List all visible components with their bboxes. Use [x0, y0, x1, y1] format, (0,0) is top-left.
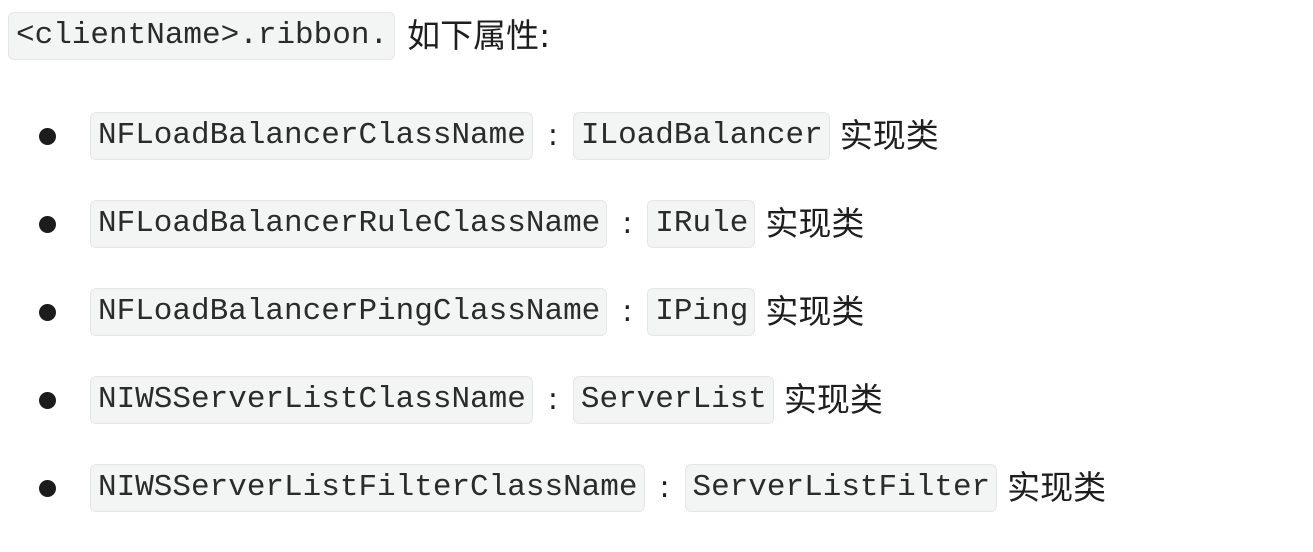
- intro-line: <clientName>.ribbon. 如下属性:: [8, 12, 550, 60]
- list-item: NFLoadBalancerPingClassName : IPing 实现类: [0, 288, 1106, 336]
- property-name-code: NIWSServerListClassName: [90, 376, 533, 424]
- property-name-code: NFLoadBalancerRuleClassName: [90, 200, 608, 248]
- implementation-label: 实现类: [765, 292, 865, 331]
- list-item: NIWSServerListFilterClassName : ServerLi…: [0, 464, 1106, 512]
- interface-type-code: ServerList: [572, 376, 774, 424]
- document-page: <clientName>.ribbon. 如下属性: NFLoadBalance…: [0, 0, 1313, 533]
- implementation-label: 实现类: [1007, 468, 1107, 507]
- implementation-label: 实现类: [783, 380, 883, 419]
- client-name-ribbon-code: <clientName>.ribbon.: [8, 12, 396, 60]
- separator-colon: :: [547, 118, 558, 153]
- implementation-label: 实现类: [765, 204, 865, 243]
- list-item: NFLoadBalancerRuleClassName : IRule 实现类: [0, 200, 1106, 248]
- list-item: NIWSServerListClassName : ServerList 实现类: [0, 376, 1106, 424]
- property-list: NFLoadBalancerClassName : ILoadBalancer …: [0, 112, 1106, 552]
- bullet-icon: [39, 216, 56, 233]
- property-name-code: NIWSServerListFilterClassName: [90, 464, 645, 512]
- implementation-label: 实现类: [839, 116, 939, 155]
- intro-text: 如下属性:: [407, 16, 551, 55]
- property-name-code: NFLoadBalancerPingClassName: [90, 288, 608, 336]
- interface-type-code: ILoadBalancer: [572, 112, 830, 160]
- separator-colon: :: [622, 206, 633, 241]
- interface-type-code: IRule: [647, 200, 756, 248]
- bullet-icon: [39, 128, 56, 145]
- interface-type-code: ServerListFilter: [684, 464, 998, 512]
- separator-colon: :: [622, 294, 633, 329]
- property-name-code: NFLoadBalancerClassName: [90, 112, 533, 160]
- bullet-icon: [39, 392, 56, 409]
- bullet-icon: [39, 480, 56, 497]
- interface-type-code: IPing: [647, 288, 756, 336]
- list-item: NFLoadBalancerClassName : ILoadBalancer …: [0, 112, 1106, 160]
- bullet-icon: [39, 304, 56, 321]
- separator-colon: :: [547, 382, 558, 417]
- separator-colon: :: [659, 470, 670, 505]
